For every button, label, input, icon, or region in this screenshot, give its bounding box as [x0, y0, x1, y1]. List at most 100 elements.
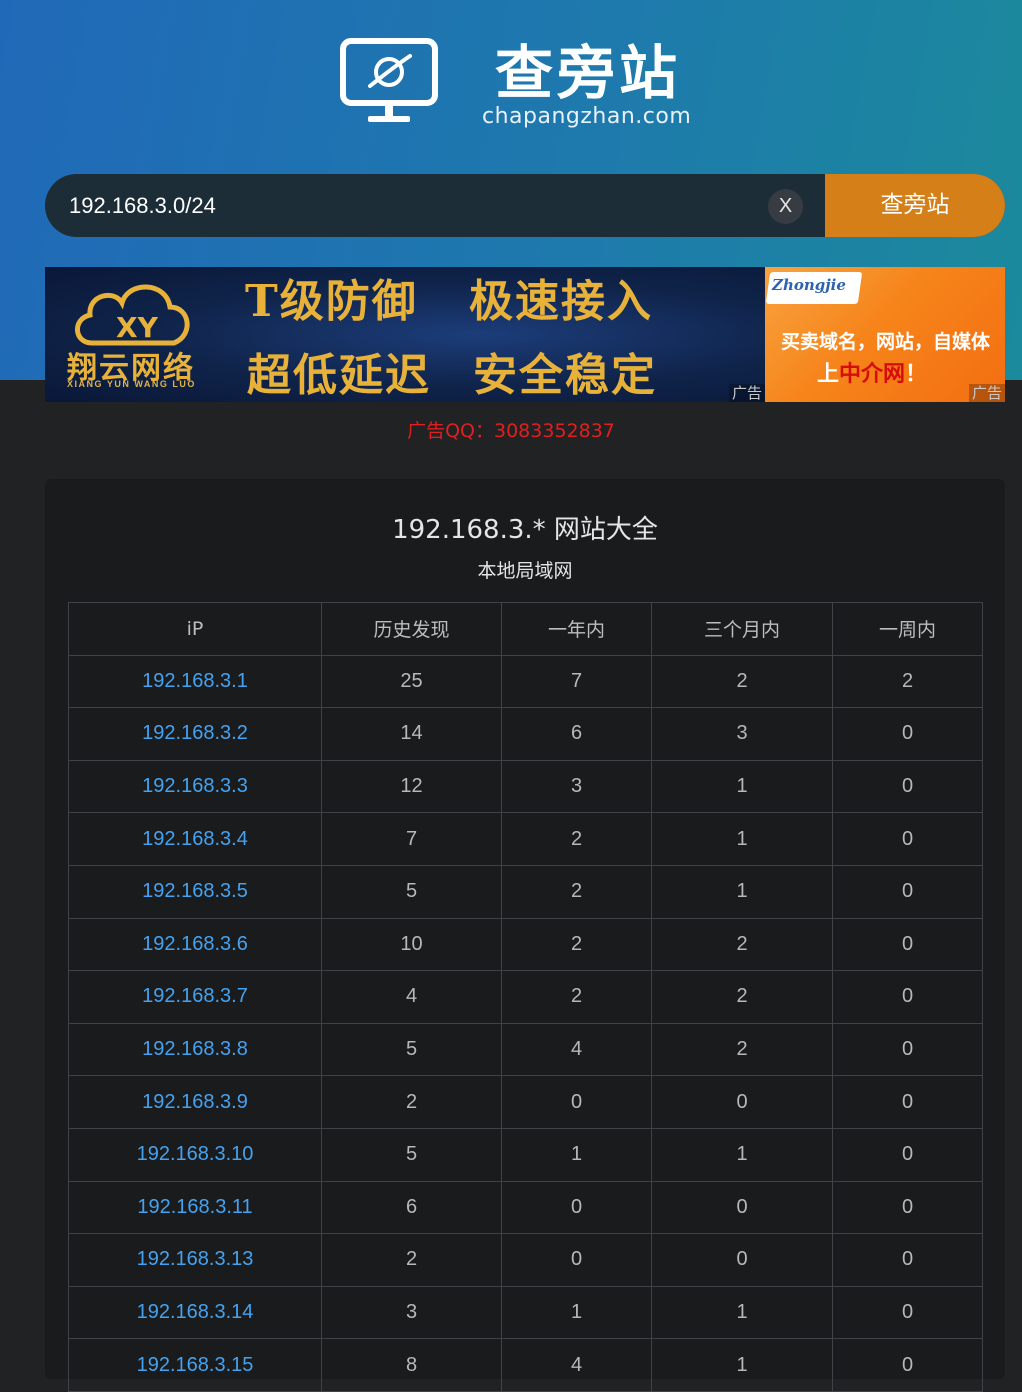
ip-link[interactable]: 192.168.3.2 — [142, 722, 248, 744]
column-header-ip: iP — [68, 602, 322, 656]
ip-link[interactable]: 192.168.3.8 — [142, 1038, 248, 1060]
count-cell: 4 — [501, 1338, 652, 1392]
panel-subtitle: 本地局域网 — [477, 560, 573, 582]
ip-cell: 192.168.3.11 — [68, 1180, 322, 1235]
ip-cell: 192.168.3.8 — [68, 1022, 322, 1077]
table-row: 192.168.3.14 3 1 1 0 — [68, 1285, 983, 1340]
count-cell: 25 — [321, 654, 502, 709]
ad-slogan: 极速接入 — [469, 276, 653, 327]
count-cell: 8 — [321, 1338, 502, 1392]
count-cell: 2 — [651, 970, 833, 1024]
table-row: 192.168.3.1 25 7 2 2 — [68, 654, 983, 709]
ad-contact-qq: 广告QQ：3083352837 — [407, 420, 615, 442]
ip-link[interactable]: 192.168.3.15 — [137, 1354, 254, 1376]
ip-cell: 192.168.3.3 — [68, 759, 322, 814]
count-cell: 2 — [832, 654, 983, 709]
count-cell: 12 — [321, 759, 502, 814]
count-cell: 10 — [321, 917, 502, 972]
ip-cell: 192.168.3.4 — [68, 812, 322, 866]
count-cell: 0 — [832, 1338, 983, 1392]
ip-link[interactable]: 192.168.3.7 — [142, 985, 248, 1007]
table-row: 192.168.3.9 2 0 0 0 — [68, 1075, 983, 1129]
ip-link[interactable]: 192.168.3.10 — [137, 1143, 254, 1165]
count-cell: 5 — [321, 1022, 502, 1077]
ip-cell: 192.168.3.7 — [68, 970, 322, 1024]
ip-cell: 192.168.3.1 — [68, 654, 322, 709]
ad-line-2: 上中介网！ — [817, 356, 927, 388]
logo-title: 查旁站 — [495, 39, 682, 107]
ip-cell: 192.168.3.5 — [68, 864, 322, 919]
count-cell: 1 — [651, 864, 833, 919]
count-cell: 0 — [832, 1075, 983, 1129]
ip-table: iP 历史发现 一年内 三个月内 一周内 192.168.3.1 25 7 2 2 192… — [68, 602, 983, 1392]
count-cell: 7 — [501, 654, 652, 709]
search-button[interactable]: 查旁站 — [825, 174, 1005, 237]
count-cell: 7 — [321, 812, 502, 866]
count-cell: 3 — [501, 759, 652, 814]
count-cell: 0 — [832, 970, 983, 1024]
ip-cell: 192.168.3.14 — [68, 1285, 322, 1340]
ip-link[interactable]: 192.168.3.3 — [142, 775, 248, 797]
table-row: 192.168.3.3 12 3 1 0 — [68, 759, 983, 814]
column-header-3months: 三个月内 — [651, 602, 833, 656]
count-cell: 2 — [321, 1075, 502, 1129]
count-cell: 1 — [501, 1127, 652, 1182]
ad-tag: 广告 — [968, 384, 1005, 402]
ad-line-2-highlight: 中介网 — [839, 362, 906, 387]
ip-link[interactable]: 192.168.3.5 — [142, 880, 248, 902]
count-cell: 0 — [832, 1022, 983, 1077]
count-cell: 0 — [832, 812, 983, 866]
count-cell: 0 — [501, 1075, 652, 1129]
count-cell: 2 — [501, 812, 652, 866]
svg-text:XY: XY — [116, 311, 159, 344]
table-row: 192.168.3.5 5 2 1 0 — [68, 864, 983, 919]
site-logo[interactable]: 查旁站 chapangzhan.com — [340, 38, 720, 133]
search-input[interactable] — [45, 174, 825, 237]
search-bar: X 查旁站 — [45, 174, 1005, 237]
panel-title: 192.168.3.* 网站大全 — [392, 515, 658, 545]
count-cell: 0 — [501, 1233, 652, 1287]
column-header-history: 历史发现 — [321, 602, 502, 656]
ip-cell: 192.168.3.15 — [68, 1338, 322, 1392]
ip-link[interactable]: 192.168.3.1 — [142, 670, 248, 692]
results-panel: 192.168.3.* 网站大全 本地局域网 iP 历史发现 一年内 三个月内 … — [45, 479, 1005, 1392]
ad-banner-xiangyun[interactable]: XY 翔云网络 XIANG YUN WANG LUO T级防御 极速接入 超低延… — [45, 267, 765, 402]
ip-link[interactable]: 192.168.3.4 — [142, 828, 248, 850]
clear-button[interactable]: X — [768, 189, 803, 224]
ad-slogan: 超低延迟 — [247, 350, 431, 401]
count-cell: 4 — [501, 1022, 652, 1077]
ip-cell: 192.168.3.2 — [68, 707, 322, 761]
count-cell: 0 — [832, 759, 983, 814]
count-cell: 6 — [501, 707, 652, 761]
count-cell: 0 — [651, 1233, 833, 1287]
ad-brand-pinyin: XIANG YUN WANG LUO — [67, 379, 196, 389]
count-cell: 0 — [832, 1180, 983, 1235]
count-cell: 1 — [501, 1285, 652, 1340]
count-cell: 2 — [651, 1022, 833, 1077]
ad-slogan: T级防御 — [245, 276, 418, 327]
count-cell: 1 — [651, 1285, 833, 1340]
ad-banner-zhongjie[interactable]: Zhongjie 买卖域名，网站，自媒体 上中介网！ 广告 — [765, 267, 1005, 402]
ip-link[interactable]: 192.168.3.14 — [137, 1301, 254, 1323]
ip-link[interactable]: 192.168.3.13 — [137, 1248, 254, 1270]
count-cell: 2 — [321, 1233, 502, 1287]
column-header-week: 一周内 — [832, 602, 983, 656]
ad-line-1: 买卖域名，网站，自媒体 — [781, 331, 991, 353]
count-cell: 14 — [321, 707, 502, 761]
ip-link[interactable]: 192.168.3.11 — [137, 1196, 252, 1218]
table-row: 192.168.3.7 4 2 2 0 — [68, 970, 983, 1024]
count-cell: 1 — [651, 812, 833, 866]
count-cell: 0 — [832, 707, 983, 761]
ad-line-2-suffix: ！ — [905, 362, 928, 387]
count-cell: 1 — [651, 759, 833, 814]
table-row: 192.168.3.2 14 6 3 0 — [68, 707, 983, 761]
ip-link[interactable]: 192.168.3.9 — [142, 1091, 248, 1113]
ad-tag: 广告 — [728, 384, 765, 402]
count-cell: 2 — [501, 970, 652, 1024]
count-cell: 3 — [321, 1285, 502, 1340]
table-row: 192.168.3.10 5 1 1 0 — [68, 1127, 983, 1182]
count-cell: 1 — [651, 1127, 833, 1182]
count-cell: 2 — [651, 654, 833, 709]
count-cell: 5 — [321, 864, 502, 919]
ip-link[interactable]: 192.168.3.6 — [142, 933, 248, 955]
